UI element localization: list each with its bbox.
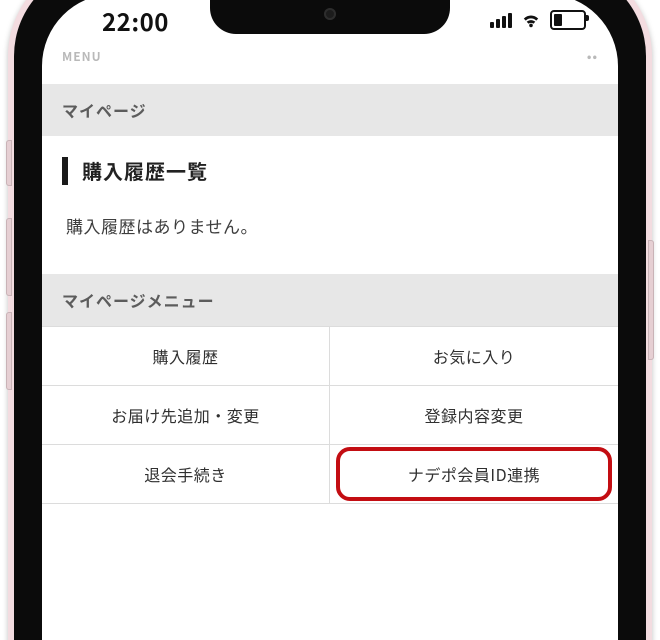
cellular-signal-icon bbox=[490, 12, 512, 28]
battery-icon bbox=[550, 10, 586, 30]
camera-icon bbox=[324, 8, 336, 20]
mypage-menu-grid: 購入履歴 お気に入り お届け先追加・変更 登録内容変更 退会手続き bbox=[42, 326, 618, 504]
menu-item-purchase-history[interactable]: 購入履歴 bbox=[42, 327, 330, 386]
menu-item-label: お届け先追加・変更 bbox=[111, 403, 260, 427]
menu-item-label: お気に入り bbox=[433, 344, 516, 368]
top-row: MENU •• bbox=[42, 46, 618, 84]
band-mypage: マイページ bbox=[42, 84, 618, 136]
title-accent-bar bbox=[62, 157, 68, 185]
menu-label[interactable]: MENU bbox=[62, 48, 102, 65]
menu-item-label: ナデポ会員ID連携 bbox=[408, 462, 540, 486]
band-menu: マイページメニュー bbox=[42, 274, 618, 326]
side-button-volume-down bbox=[6, 312, 12, 390]
menu-item-label: 退会手続き bbox=[144, 462, 227, 486]
side-button-volume-up bbox=[6, 218, 12, 296]
menu-item-label: 購入履歴 bbox=[152, 344, 218, 368]
top-row-right[interactable]: •• bbox=[587, 48, 598, 65]
menu-item-withdraw[interactable]: 退会手続き bbox=[42, 445, 330, 504]
phone-frame: 22:00 MENU •• マイページ bbox=[8, 0, 652, 640]
notch bbox=[210, 0, 450, 34]
status-time: 22:00 bbox=[102, 3, 169, 38]
side-button-power bbox=[648, 240, 654, 360]
section-title-text: 購入履歴一覧 bbox=[82, 156, 208, 185]
menu-item-label: 登録内容変更 bbox=[424, 403, 523, 427]
menu-item-nadepo-id-link[interactable]: ナデポ会員ID連携 bbox=[330, 445, 618, 504]
menu-item-profile[interactable]: 登録内容変更 bbox=[330, 386, 618, 445]
side-button-silence bbox=[6, 140, 12, 186]
app-content: MENU •• マイページ 購入履歴一覧 購入履歴はありません。 マイページメニ… bbox=[42, 0, 618, 640]
section-title: 購入履歴一覧 bbox=[42, 136, 618, 203]
menu-item-address[interactable]: お届け先追加・変更 bbox=[42, 386, 330, 445]
wifi-icon bbox=[520, 11, 542, 29]
menu-item-favorites[interactable]: お気に入り bbox=[330, 327, 618, 386]
empty-state-text: 購入履歴はありません。 bbox=[42, 203, 618, 274]
